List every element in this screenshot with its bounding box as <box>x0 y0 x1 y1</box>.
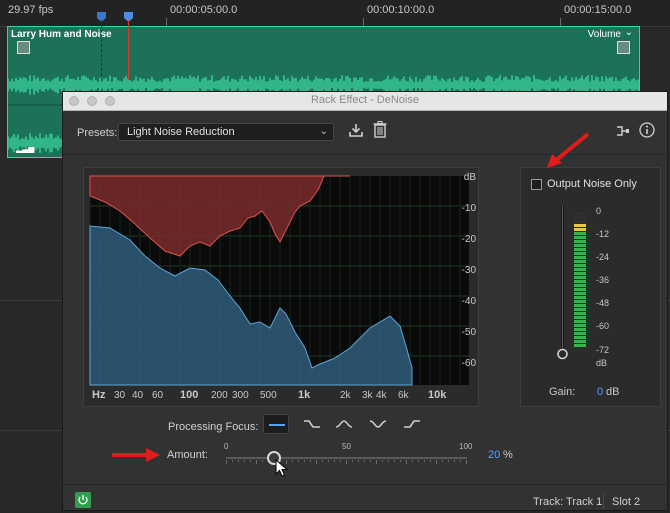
rack-footer: Track: Track 1 Slot 2 <box>63 484 667 512</box>
hz-axis-label: 200 <box>211 390 228 401</box>
hz-axis-label: Hz <box>92 389 106 401</box>
focus-all-frequencies-button[interactable] <box>263 414 289 434</box>
amount-label: Amount: <box>167 449 208 461</box>
meter-scale-label: -72 <box>596 345 609 355</box>
low-focus-icon <box>304 420 320 428</box>
hz-axis-label: 6k <box>398 390 410 401</box>
hz-axis-label: 4k <box>376 390 388 401</box>
hz-axis-label: 30 <box>114 390 126 401</box>
amount-tick-0: 0 <box>224 442 229 451</box>
playhead-line <box>128 20 129 80</box>
amount-unit: % <box>503 449 513 461</box>
meter-scale-label: -12 <box>596 229 609 239</box>
hz-axis-label: 10k <box>428 389 447 401</box>
amount-value[interactable]: 20 <box>488 449 500 461</box>
window-title: Rack Effect - DeNoise <box>310 94 419 106</box>
output-panel: Output Noise Only 0 -12 -24 -36 -48 -60 -72 dB … <box>520 167 661 407</box>
annotation-arrow-icon <box>547 132 590 168</box>
hz-axis-label: 1k <box>298 389 311 401</box>
hz-axis-label: 2k <box>340 390 352 401</box>
clip-level-icon: ▂▃▅ <box>16 144 35 153</box>
gain-value[interactable]: 0 <box>597 386 603 398</box>
track-label: Track: Track 1 <box>533 496 603 508</box>
gain-meter[interactable]: 0 -12 -24 -36 -48 -60 -72 dB <box>521 198 662 378</box>
mouse-cursor-icon <box>275 459 289 477</box>
meter-scale-label: -24 <box>596 252 609 262</box>
presets-label: Presets: <box>77 127 118 139</box>
amount-slider-ticks <box>226 460 467 464</box>
routing-icon[interactable] <box>616 124 630 138</box>
in-point-line <box>101 20 102 76</box>
hz-axis-label: 3k <box>362 390 374 401</box>
timecode-10s: 00:00:10:00.0 <box>367 4 435 16</box>
processing-focus-label: Processing Focus: <box>168 421 259 433</box>
spectrum-graph[interactable]: dB -10 -20 -30 -40 -50 -60 Hz 30 40 60 100 200 300 50… <box>84 168 480 408</box>
window-titlebar[interactable]: Rack Effect - DeNoise <box>63 92 667 111</box>
db-axis-label: -40 <box>462 296 477 307</box>
gain-unit: dB <box>606 386 620 398</box>
focus-mid-frequencies-button[interactable] <box>331 414 357 434</box>
timecode-5s: 00:00:05:00.0 <box>170 4 238 16</box>
chevron-down-icon[interactable]: ⌄ <box>625 27 633 38</box>
hz-axis-label: 40 <box>132 390 144 401</box>
focus-high-frequencies-button[interactable] <box>399 414 425 434</box>
gain-slider-thumb-icon[interactable] <box>557 348 568 360</box>
db-axis-label: dB <box>464 172 477 183</box>
save-preset-icon[interactable] <box>348 122 364 138</box>
trash-icon[interactable] <box>373 121 387 138</box>
footer-divider <box>603 493 604 509</box>
focus-low-frequencies-button[interactable] <box>299 414 325 434</box>
meter-scale-label: 0 <box>596 206 601 216</box>
info-icon[interactable] <box>639 122 655 138</box>
effect-power-button[interactable] <box>75 492 91 508</box>
gain-label: Gain: <box>549 386 576 398</box>
db-axis-label: -60 <box>462 358 477 369</box>
amount-tick-100: 100 <box>459 442 473 451</box>
chevron-down-icon: ⌄ <box>319 126 328 137</box>
meter-scale-label: -60 <box>596 321 609 331</box>
noise-spectrum-display[interactable]: dB -10 -20 -30 -40 -50 -60 Hz 30 40 60 100 200 300 50… <box>83 167 479 407</box>
hz-axis-label: 60 <box>152 390 164 401</box>
ruler-tick <box>560 18 561 26</box>
ruler-tick <box>166 18 167 26</box>
db-axis-label: -50 <box>462 327 477 338</box>
db-axis-label: -30 <box>462 265 477 276</box>
db-axis-label: -10 <box>462 203 477 214</box>
db-axis-label: -20 <box>462 234 477 245</box>
timecode-15s: 00:00:15:00.0 <box>564 4 632 16</box>
clip-title: Larry Hum and Noise <box>11 29 112 40</box>
hz-axis-label: 500 <box>260 390 277 401</box>
slot-label: Slot 2 <box>612 496 641 508</box>
output-noise-only-label[interactable]: Output Noise Only <box>547 178 637 190</box>
output-noise-only-checkbox[interactable] <box>531 179 542 190</box>
hz-axis-label: 100 <box>180 389 198 401</box>
ruler-tick <box>363 18 364 26</box>
preset-value: Light Noise Reduction <box>127 126 235 138</box>
fps-label: 29.97 fps <box>8 4 54 16</box>
flat-line-icon <box>269 424 285 426</box>
hz-axis-label: 300 <box>232 390 249 401</box>
power-icon <box>78 495 88 505</box>
mid-cut-icon <box>369 420 387 428</box>
meter-scale-label: -48 <box>596 298 609 308</box>
focus-mid-cut-button[interactable] <box>365 414 391 434</box>
annotation-arrow-icon <box>112 448 160 462</box>
amount-slider-track[interactable] <box>226 457 467 459</box>
meter-scale-label: -36 <box>596 275 609 285</box>
mid-focus-icon <box>335 420 353 428</box>
high-focus-icon <box>404 420 420 428</box>
preset-dropdown[interactable]: Light Noise Reduction ⌄ <box>118 123 334 141</box>
amount-tick-50: 50 <box>342 442 351 451</box>
meter-scale-label: dB <box>596 358 607 368</box>
clip-volume-label[interactable]: Volume <box>588 29 621 40</box>
